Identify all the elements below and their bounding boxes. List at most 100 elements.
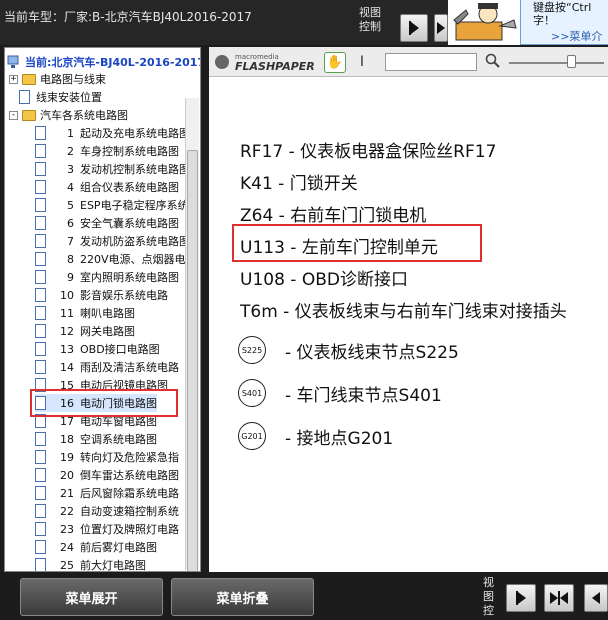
document-icon — [35, 144, 46, 158]
legend-row: T6m - 仪表板线束与右前车门线束对接插头 — [240, 302, 567, 322]
document-icon — [35, 360, 46, 374]
tree-item-number: 14 — [60, 360, 74, 374]
tree-item[interactable]: 10 影音娱乐系统电路 — [35, 286, 168, 304]
expand-menu-button[interactable]: 菜单展开 — [20, 578, 163, 616]
highlight-box-u113 — [232, 224, 482, 262]
collapse-icon[interactable]: - — [9, 110, 18, 120]
node-symbol: S225 — [238, 336, 266, 364]
tree-item-number: 24 — [60, 540, 74, 554]
document-icon — [35, 486, 46, 500]
node-symbol: S401 — [238, 379, 266, 407]
previous-view-button-bottom[interactable] — [584, 584, 608, 612]
tree-item-label: 网关电路图 — [80, 325, 135, 338]
zoom-slider-track[interactable] — [509, 62, 604, 64]
view-control-label-bottom: 视图控 — [483, 576, 494, 617]
tree-node[interactable]: 线束安装位置 — [19, 88, 102, 106]
tree-node[interactable]: + 电路图与线束 — [9, 70, 106, 88]
document-viewer: macromedia FLASHPAPER ✋ I RF17 - 仪表板电器盒保… — [209, 47, 608, 573]
document-icon — [35, 126, 46, 140]
zoom-slider-thumb[interactable] — [567, 55, 576, 68]
tree-item[interactable]: 22 自动变速箱控制系统 — [35, 502, 179, 520]
tree-item-number: 23 — [60, 522, 74, 536]
text-select-tool-button[interactable]: I — [355, 52, 369, 73]
legend-row: Z64 - 右前车门门锁电机 — [240, 206, 427, 226]
tree-item[interactable]: 6 安全气囊系统电路图 — [35, 214, 179, 232]
collapse-menu-button[interactable]: 菜单折叠 — [171, 578, 314, 616]
computer-icon — [7, 55, 19, 68]
tree-item[interactable]: 3 发动机控制系统电路图 — [35, 160, 190, 178]
tree-item-label: 车身控制系统电路图 — [80, 145, 179, 158]
tree-item-number: 10 — [60, 288, 74, 302]
document-icon — [19, 90, 30, 104]
tree-item-label: 220V电源、点烟器电 — [80, 253, 186, 266]
node-description: - 车门线束节点S401 — [285, 386, 442, 406]
tree-item[interactable]: 23 位置灯及牌照灯电路 — [35, 520, 179, 538]
hand-tool-button[interactable]: ✋ — [324, 52, 346, 73]
tree-item[interactable]: 9 室内照明系统电路图 — [35, 268, 179, 286]
tree-current-label: 当前:北京汽车-BJ40L-2016-2017 — [25, 56, 201, 69]
tree-item[interactable]: 11 喇叭电路图 — [35, 304, 135, 322]
tree-item[interactable]: 13 OBD接口电路图 — [35, 340, 160, 358]
tip-text: 键盘按“Ctrl 字！ — [533, 1, 591, 27]
tree-item-number: 7 — [67, 234, 74, 248]
tree-item[interactable]: 5 ESP电子稳定程序系统 — [35, 196, 189, 214]
tree-item-label: 安全气囊系统电路图 — [80, 217, 179, 230]
tree-item-label: 发动机防盗系统电路图 — [80, 235, 190, 248]
tree-item-label: 空调系统电路图 — [80, 433, 157, 446]
tree-current-node[interactable]: 当前:北京汽车-BJ40L-2016-2017 — [7, 54, 201, 70]
tree-node-label: 汽车各系统电路图 — [40, 109, 128, 122]
document-icon — [35, 504, 46, 518]
tree-item[interactable]: 4 组合仪表系统电路图 — [35, 178, 179, 196]
document-icon — [35, 198, 46, 212]
document-icon — [35, 288, 46, 302]
search-icon[interactable] — [485, 53, 501, 69]
tree-item[interactable]: 2 车身控制系统电路图 — [35, 142, 179, 160]
tree-item[interactable]: 25 前大灯电路图 — [35, 556, 146, 572]
tree-item[interactable]: 8 220V电源、点烟器电 — [35, 250, 186, 268]
next-page-button-bottom[interactable] — [506, 584, 536, 612]
tree-item[interactable]: 14 雨刮及清洁系统电路 — [35, 358, 179, 376]
tree-scrollbar[interactable] — [185, 98, 199, 571]
tree-item[interactable]: 24 前后雾灯电路图 — [35, 538, 157, 556]
tree-item[interactable]: 21 后风窗除霜系统电路 — [35, 484, 179, 502]
tree-node-label: 线束安装位置 — [36, 91, 102, 104]
arrow-left-icon — [592, 592, 600, 604]
tree-item[interactable]: 20 倒车雷达系统电路图 — [35, 466, 179, 484]
document-icon — [35, 162, 46, 176]
tree-item[interactable]: 7 发动机防盗系统电路图 — [35, 232, 190, 250]
tip-bubble: 键盘按“Ctrl 字！ >>菜单介 — [520, 0, 608, 45]
tree-item-label: 前大灯电路图 — [80, 559, 146, 572]
tree-item-label: 前后雾灯电路图 — [80, 541, 157, 554]
tree-item-number: 20 — [60, 468, 74, 482]
menu-intro-link[interactable]: >>菜单介 — [551, 28, 602, 44]
tree-item-label: 雨刮及清洁系统电路 — [80, 361, 179, 374]
tree-item-number: 18 — [60, 432, 74, 446]
play-icon — [518, 592, 526, 604]
play-icon — [437, 22, 445, 34]
tree-item-number: 13 — [60, 342, 74, 356]
tree-node[interactable]: - 汽车各系统电路图 — [9, 106, 128, 124]
tree-item[interactable]: 18 空调系统电路图 — [35, 430, 157, 448]
fit-view-button-bottom[interactable] — [544, 584, 574, 612]
document-icon — [35, 432, 46, 446]
bottom-bar: 菜单展开 菜单折叠 视图控 — [0, 572, 608, 620]
fit-view-button[interactable] — [434, 14, 448, 42]
play-icon — [411, 22, 419, 34]
tree-item[interactable]: 19 转向灯及危险紧急指 — [35, 448, 179, 466]
tree-item-number: 2 — [67, 144, 74, 158]
document-icon — [35, 342, 46, 356]
arrow-left-icon — [560, 592, 568, 604]
tree-item[interactable]: 12 网关电路图 — [35, 322, 135, 340]
tree-item-number: 25 — [60, 558, 74, 572]
hand-icon: ✋ — [326, 55, 344, 70]
folder-icon — [22, 73, 36, 85]
search-input[interactable] — [385, 53, 477, 71]
next-page-button[interactable] — [400, 14, 428, 42]
scroll-thumb[interactable] — [187, 150, 198, 571]
expand-icon[interactable]: + — [9, 74, 18, 84]
tree-item[interactable]: 1 起动及充电系统电路图 — [35, 124, 190, 142]
tree-item-label: 发动机控制系统电路图 — [80, 163, 190, 176]
flashpaper-toolbar: macromedia FLASHPAPER ✋ I — [209, 47, 608, 77]
tree-item-number: 11 — [60, 306, 74, 320]
view-control-label: 视图控制 — [359, 6, 381, 33]
